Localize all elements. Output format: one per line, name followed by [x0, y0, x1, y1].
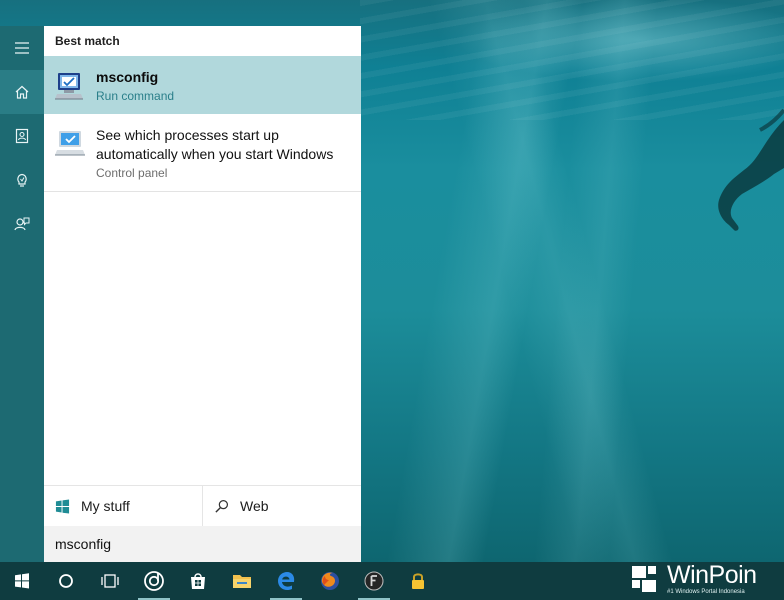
rail-reminders-button[interactable] — [0, 158, 44, 202]
result-startup-processes[interactable]: See which processes start up automatical… — [44, 114, 361, 192]
notebook-icon — [15, 128, 29, 144]
taskbar-store[interactable] — [176, 562, 220, 600]
swimmer-silhouette — [718, 108, 784, 231]
windows-logo-icon — [55, 498, 70, 514]
watermark-title: WinPoin — [667, 560, 757, 589]
home-icon — [15, 85, 29, 99]
result-subtitle: Control panel — [96, 166, 168, 180]
search-scope-bar: My stuff Web — [44, 485, 361, 526]
taskbar-app-f[interactable] — [352, 562, 396, 600]
rail-home-button[interactable] — [0, 70, 44, 114]
watermark-tagline: #1 Windows Portal Indonesia — [667, 588, 745, 595]
taskbar-lock-app[interactable] — [396, 562, 440, 600]
app-f-icon — [364, 571, 384, 591]
lightbulb-icon — [17, 173, 27, 187]
firefox-icon — [321, 572, 339, 590]
taskbar-firefox[interactable] — [308, 562, 352, 600]
feedback-icon — [14, 217, 30, 231]
search-input[interactable]: msconfig — [44, 526, 361, 562]
my-stuff-label: My stuff — [81, 498, 130, 514]
result-title: msconfig — [96, 69, 159, 85]
taskbar-edge[interactable] — [264, 562, 308, 600]
winpoin-watermark: WinPoin #1 Windows Portal Indonesia — [630, 560, 780, 598]
winpoin-logo-icon — [632, 566, 656, 592]
taskbar-file-explorer[interactable] — [220, 562, 264, 600]
result-msconfig[interactable]: msconfig Run command — [44, 56, 361, 114]
lock-icon — [412, 573, 424, 589]
task-view-button[interactable] — [88, 562, 132, 600]
start-left-rail — [0, 26, 44, 562]
task-view-icon — [101, 574, 119, 588]
rail-notebook-button[interactable] — [0, 114, 44, 158]
hamburger-menu-button[interactable] — [0, 26, 44, 70]
start-windows-icon — [15, 573, 29, 589]
rail-feedback-button[interactable] — [0, 202, 44, 246]
best-match-header: Best match — [55, 34, 120, 48]
my-stuff-button[interactable]: My stuff — [44, 486, 202, 526]
result-title: See which processes start up automatical… — [96, 127, 334, 162]
taskbar-groove-music[interactable] — [132, 562, 176, 600]
hamburger-menu-icon — [15, 42, 29, 54]
msconfig-computer-icon — [55, 73, 83, 100]
monitor-icon — [55, 131, 85, 156]
web-label: Web — [240, 498, 269, 514]
web-button[interactable]: Web — [202, 486, 361, 526]
search-results-panel: Best match msconfig Run command See whic… — [44, 26, 361, 562]
edge-browser-icon — [278, 572, 295, 591]
cortana-button[interactable] — [44, 562, 88, 600]
cortana-circle-icon — [59, 574, 73, 588]
start-button[interactable] — [0, 562, 44, 600]
file-explorer-icon — [233, 575, 251, 588]
groove-music-icon — [144, 571, 164, 591]
search-icon — [215, 499, 229, 513]
store-icon — [191, 573, 205, 589]
result-subtitle: Run command — [96, 89, 175, 103]
